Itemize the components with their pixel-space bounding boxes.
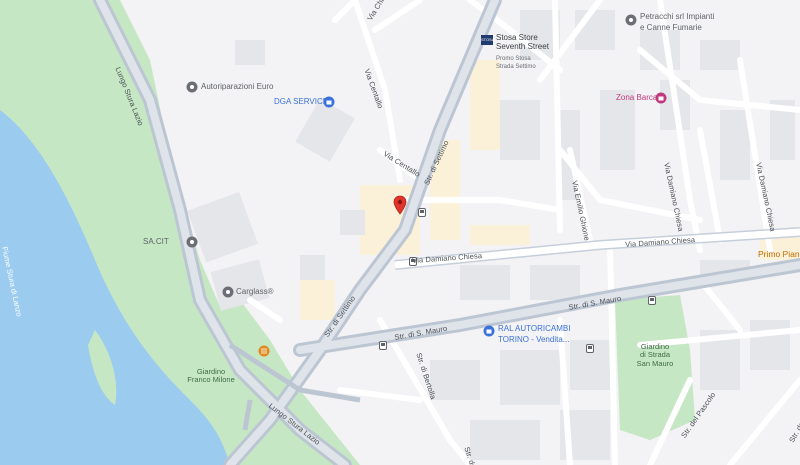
poi-ral-label-2: TORINO - Vendita...: [498, 335, 570, 344]
poi-marker-icon[interactable]: [186, 236, 198, 248]
bus-stop-icon[interactable]: [586, 344, 594, 353]
poi-primopiano-label[interactable]: Primo Piano: [758, 249, 800, 259]
map-canvas[interactable]: Autoriparazioni Euro DGA SERVICE SA.CIT …: [0, 0, 800, 465]
restaurant-icon[interactable]: [258, 345, 270, 357]
poi-stosa-label[interactable]: Stosa Store Seventh Street: [496, 33, 556, 52]
poi-autoriparazioni-label[interactable]: Autoriparazioni Euro: [201, 82, 273, 92]
poi-ral-label-1[interactable]: RAL AUTORICAMBI: [498, 324, 570, 334]
bus-stop-icon[interactable]: [379, 341, 387, 350]
park-milone-label: Giardino Franco Milone: [186, 367, 236, 385]
shopping-bag-icon[interactable]: [655, 92, 667, 104]
poi-petracchi-label-1[interactable]: Petracchi srl Impianti: [640, 12, 714, 22]
shopping-bag-icon[interactable]: [323, 96, 335, 108]
poi-petracchi-label-2: e Canne Fumarie: [640, 23, 702, 32]
poi-zonabarca-label[interactable]: Zona Barca: [616, 93, 657, 103]
park-sanmauro-line3: San Mauro: [636, 358, 674, 368]
stosa-logo-icon[interactable]: STOSA: [481, 35, 495, 45]
poi-marker-icon[interactable]: [186, 81, 198, 93]
poi-stosa-sub2: Strada Settimo: [496, 64, 536, 70]
poi-sacit-label[interactable]: SA.CIT: [143, 237, 169, 247]
park-sanmauro-label: Giardino di Strada San Mauro: [630, 342, 680, 368]
poi-stosa-sub1: Promo Stosa: [496, 56, 531, 62]
poi-carglass-label[interactable]: Carglass®: [236, 287, 273, 297]
map-pin-icon[interactable]: [393, 195, 407, 215]
bus-stop-icon[interactable]: [418, 208, 426, 217]
poi-dga-label[interactable]: DGA SERVICE: [274, 97, 328, 107]
poi-marker-icon[interactable]: [625, 14, 637, 26]
poi-marker-icon[interactable]: [222, 286, 234, 298]
bus-stop-icon[interactable]: [648, 296, 656, 305]
park-milone-line2: Franco Milone: [187, 375, 235, 385]
shopping-bag-icon[interactable]: [483, 325, 495, 337]
